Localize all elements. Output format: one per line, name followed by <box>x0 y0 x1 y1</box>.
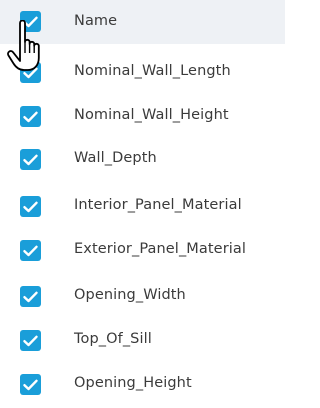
item-label: Nominal_Wall_Height <box>74 107 229 123</box>
list-item-nominal-wall-length[interactable]: Nominal_Wall_Length <box>0 50 285 94</box>
checkmark-icon <box>23 111 38 122</box>
item-checkbox[interactable] <box>20 106 41 127</box>
item-label: Exterior_Panel_Material <box>74 241 246 257</box>
item-checkbox[interactable] <box>20 149 41 170</box>
item-label: Top_Of_Sill <box>74 331 152 347</box>
list-item-opening-width[interactable]: Opening_Width <box>0 274 285 318</box>
item-checkbox[interactable] <box>20 196 41 217</box>
checkmark-icon <box>23 335 38 346</box>
item-label: Opening_Height <box>74 375 192 391</box>
header-name-label: Name <box>74 13 118 29</box>
checkmark-icon <box>23 245 38 256</box>
list-item-exterior-panel-material[interactable]: Exterior_Panel_Material <box>0 228 285 272</box>
select-all-checkbox[interactable] <box>20 11 41 32</box>
list-item-nominal-wall-height[interactable]: Nominal_Wall_Height <box>0 94 285 138</box>
checkmark-icon <box>23 16 38 27</box>
list-item-opening-height[interactable]: Opening_Height <box>0 362 285 406</box>
list-item-interior-panel-material[interactable]: Interior_Panel_Material <box>0 184 285 228</box>
checkmark-icon <box>23 154 38 165</box>
parameter-list-panel: Name Nominal_Wall_Length Nominal_Wall_He… <box>0 0 285 408</box>
header-row-name[interactable]: Name <box>0 0 285 44</box>
item-checkbox[interactable] <box>20 330 41 351</box>
list-item-wall-depth[interactable]: Wall_Depth <box>0 137 285 181</box>
checkmark-icon <box>23 201 38 212</box>
item-checkbox[interactable] <box>20 240 41 261</box>
item-checkbox[interactable] <box>20 286 41 307</box>
checkmark-icon <box>23 379 38 390</box>
item-label: Wall_Depth <box>74 150 157 166</box>
item-label: Nominal_Wall_Length <box>74 63 231 79</box>
item-checkbox[interactable] <box>20 62 41 83</box>
list-item-top-of-sill[interactable]: Top_Of_Sill <box>0 318 285 362</box>
checkmark-icon <box>23 67 38 78</box>
item-label: Interior_Panel_Material <box>74 197 242 213</box>
checkmark-icon <box>23 291 38 302</box>
item-label: Opening_Width <box>74 287 186 303</box>
item-checkbox[interactable] <box>20 374 41 395</box>
